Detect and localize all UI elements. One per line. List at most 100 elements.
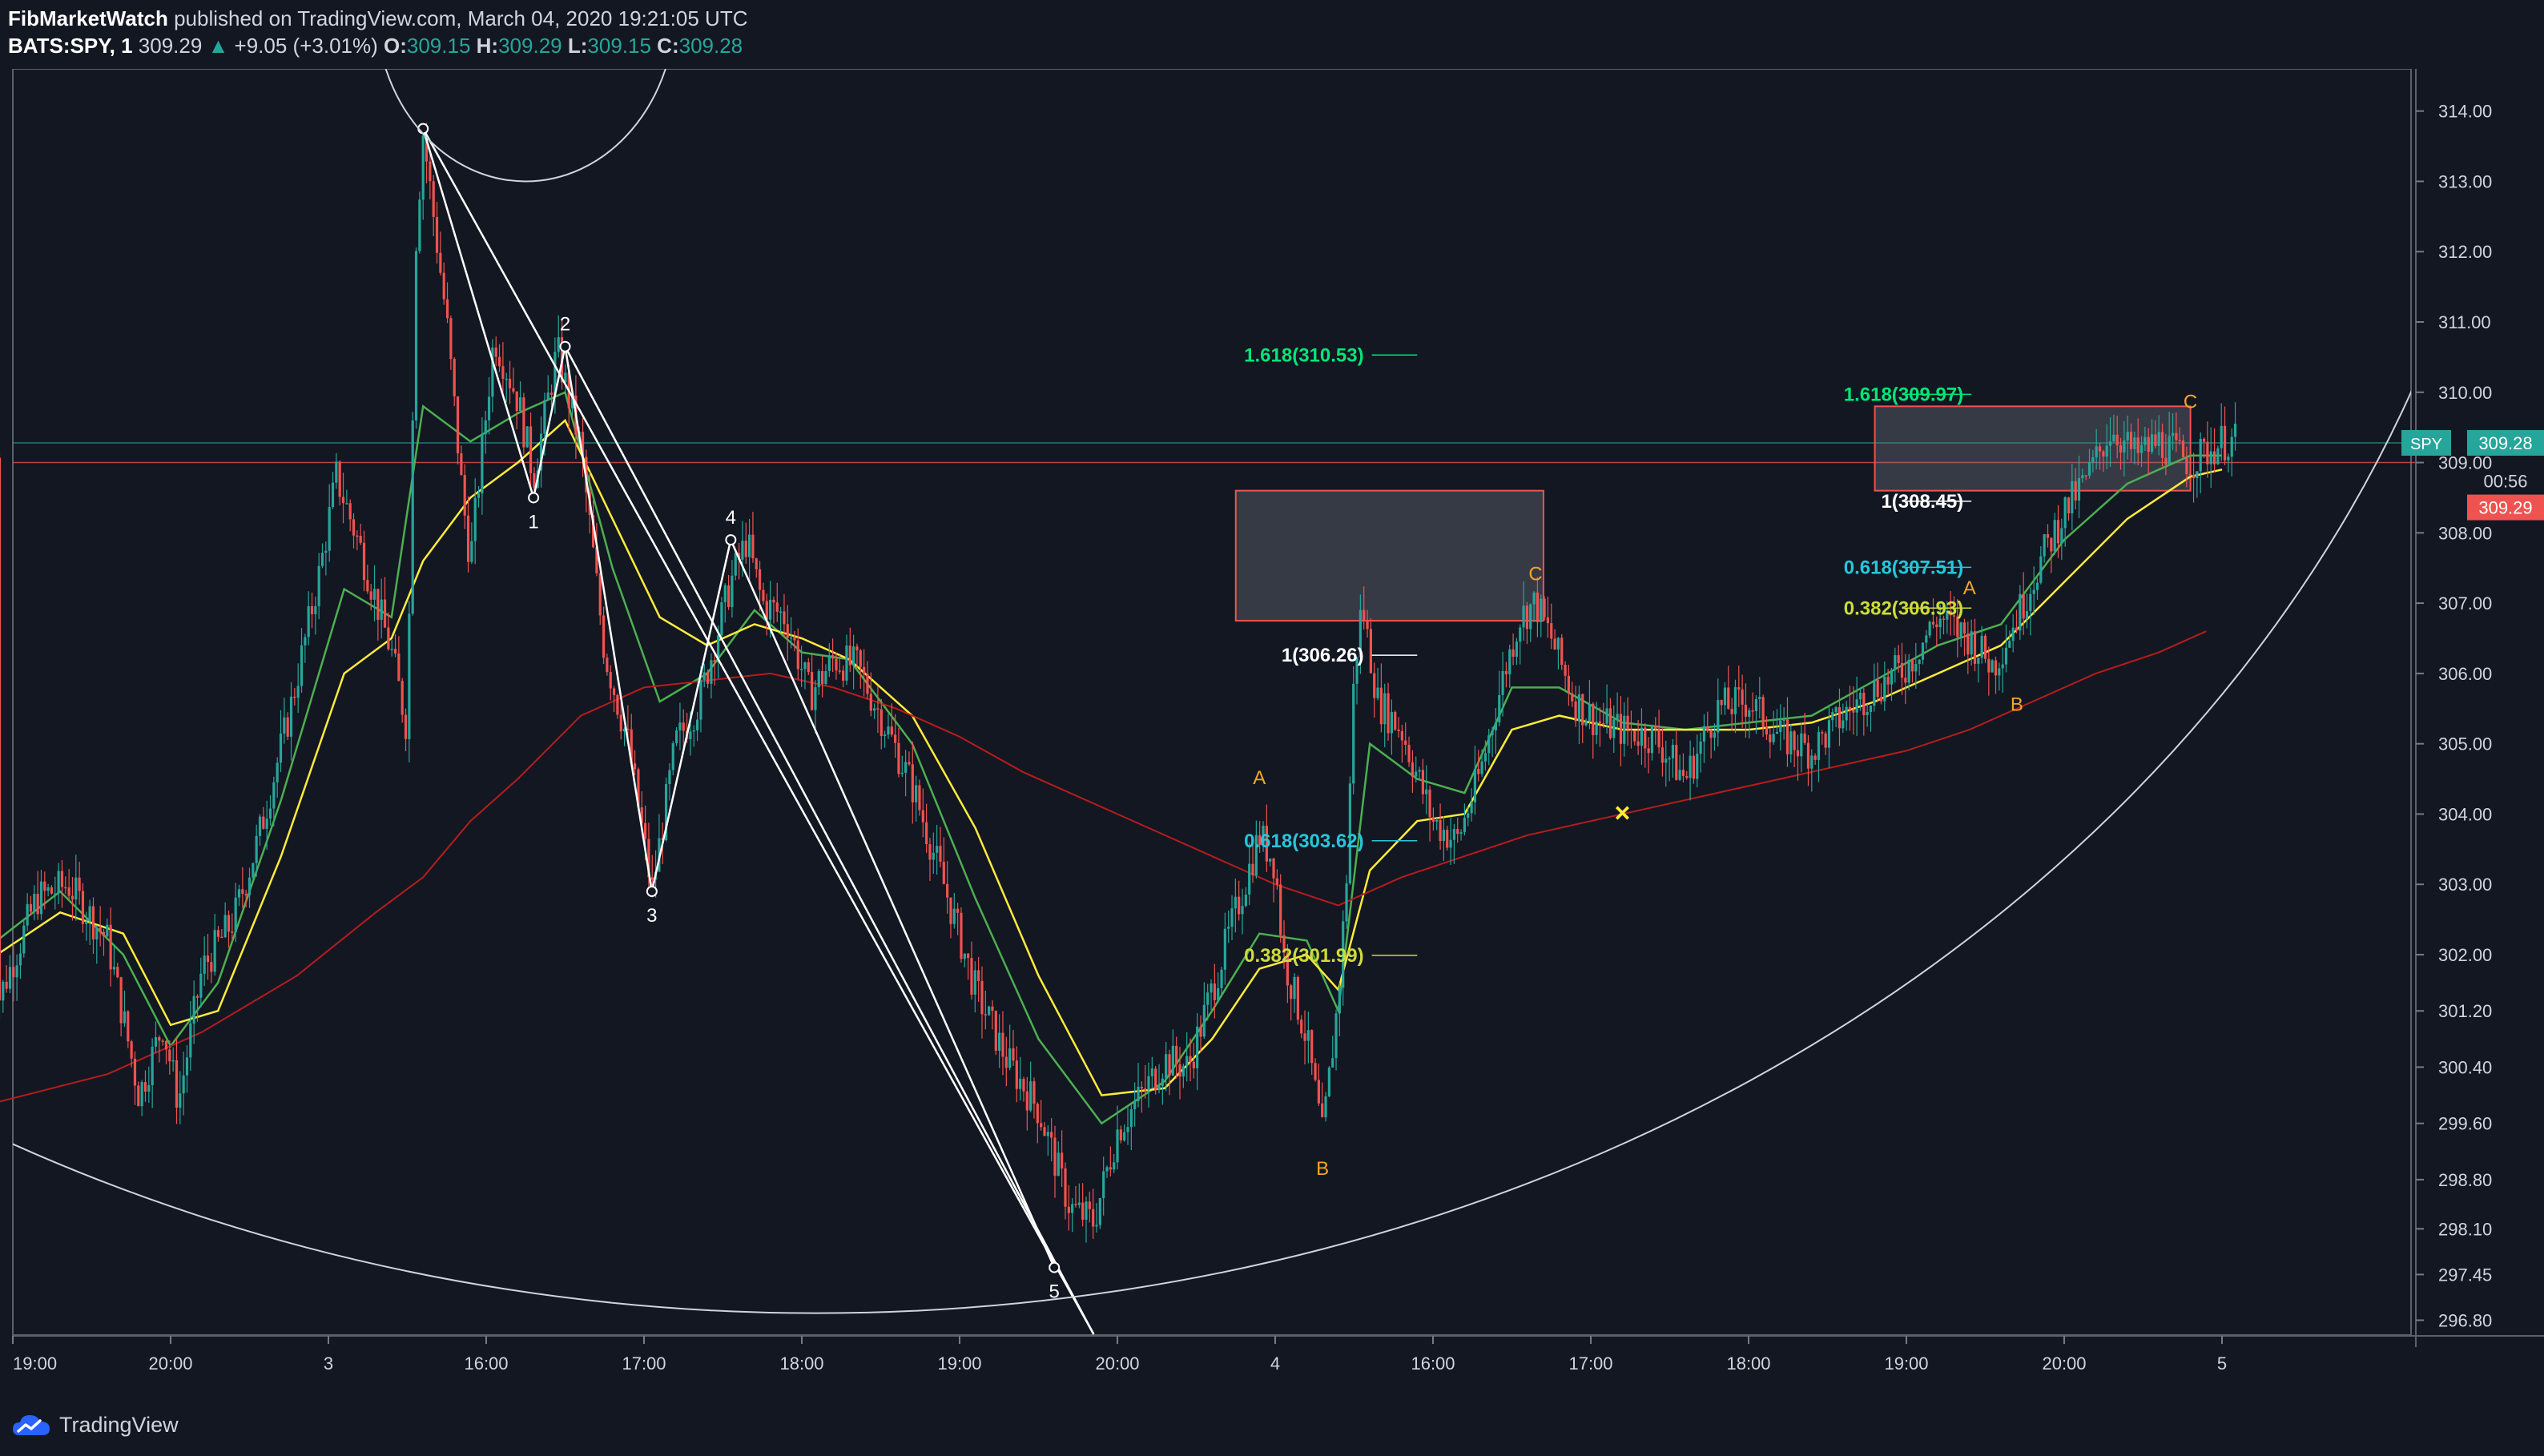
candle[interactable]: [1831, 708, 1834, 732]
candle[interactable]: [915, 775, 918, 822]
candle[interactable]: [1633, 730, 1636, 746]
candle[interactable]: [1449, 817, 1452, 865]
candle[interactable]: [1720, 699, 1723, 715]
candle[interactable]: [2053, 513, 2056, 555]
candle[interactable]: [1321, 1082, 1324, 1118]
candle[interactable]: [1431, 807, 1435, 831]
candle[interactable]: [863, 649, 866, 697]
candle[interactable]: [1900, 642, 1904, 695]
candle[interactable]: [602, 606, 606, 665]
candle[interactable]: [1879, 683, 1883, 705]
candle[interactable]: [973, 961, 976, 1013]
candle[interactable]: [1133, 1082, 1137, 1127]
candle[interactable]: [304, 633, 307, 663]
candle[interactable]: [1876, 662, 1879, 702]
candle[interactable]: [1129, 1104, 1133, 1151]
candle[interactable]: [1723, 682, 1727, 715]
candle[interactable]: [383, 577, 387, 629]
candle[interactable]: [1050, 1118, 1053, 1162]
candle[interactable]: [453, 356, 456, 407]
candle[interactable]: [1699, 732, 1702, 773]
candle[interactable]: [1213, 963, 1216, 1019]
candle[interactable]: [1400, 725, 1403, 763]
candle[interactable]: [1959, 621, 1962, 647]
candle[interactable]: [1064, 1162, 1067, 1220]
candle[interactable]: [442, 262, 445, 305]
candle[interactable]: [0, 450, 2, 1020]
candle[interactable]: [50, 885, 54, 895]
candle[interactable]: [1553, 629, 1556, 650]
candle[interactable]: [1238, 880, 1241, 921]
candle[interactable]: [2039, 546, 2043, 585]
candle[interactable]: [338, 460, 341, 506]
candle[interactable]: [1001, 1011, 1004, 1076]
candle[interactable]: [1244, 887, 1247, 908]
candle[interactable]: [64, 876, 67, 895]
candle[interactable]: [189, 1000, 192, 1072]
candle[interactable]: [2, 979, 5, 1013]
candle[interactable]: [1230, 895, 1234, 940]
candle[interactable]: [1855, 676, 1858, 737]
candle[interactable]: [404, 708, 408, 752]
candle[interactable]: [206, 934, 210, 980]
wave-pivot[interactable]: [1049, 1261, 1061, 1273]
candle[interactable]: [1751, 692, 1754, 722]
candle[interactable]: [1525, 601, 1529, 645]
candle[interactable]: [980, 966, 984, 1039]
candle[interactable]: [1404, 722, 1407, 755]
candle[interactable]: [501, 342, 505, 395]
candle[interactable]: [1324, 1092, 1327, 1122]
author-name[interactable]: FibMarketWatch: [8, 6, 168, 30]
candle[interactable]: [713, 654, 716, 686]
candle[interactable]: [133, 1051, 137, 1105]
candle[interactable]: [1862, 688, 1866, 736]
candle[interactable]: [408, 601, 411, 762]
candle[interactable]: [911, 741, 914, 824]
candle[interactable]: [1626, 697, 1629, 746]
candle[interactable]: [884, 730, 887, 748]
candle[interactable]: [289, 682, 293, 761]
candle[interactable]: [470, 522, 473, 565]
candle[interactable]: [786, 605, 789, 661]
candle[interactable]: [1894, 647, 1897, 683]
candle[interactable]: [845, 634, 848, 686]
candle[interactable]: [147, 1066, 151, 1103]
candle[interactable]: [1387, 682, 1390, 742]
candle[interactable]: [890, 703, 893, 738]
candle[interactable]: [921, 788, 924, 838]
candle[interactable]: [1834, 706, 1838, 728]
candle[interactable]: [252, 862, 255, 879]
candle[interactable]: [380, 578, 383, 639]
candle[interactable]: [481, 417, 484, 515]
candle[interactable]: [1921, 642, 1925, 665]
candle[interactable]: [1824, 731, 1827, 755]
candle[interactable]: [1602, 702, 1605, 728]
candle[interactable]: [522, 392, 525, 455]
candle[interactable]: [1446, 826, 1449, 851]
candle[interactable]: [67, 869, 70, 899]
candle[interactable]: [460, 445, 463, 476]
candle[interactable]: [508, 360, 512, 404]
candle[interactable]: [1102, 1156, 1105, 1216]
candle[interactable]: [1088, 1191, 1091, 1223]
candle[interactable]: [710, 653, 713, 699]
candle[interactable]: [824, 664, 827, 686]
candle[interactable]: [925, 803, 928, 853]
candle[interactable]: [1873, 663, 1876, 712]
candle[interactable]: [1234, 879, 1237, 933]
candle[interactable]: [727, 574, 731, 610]
candle[interactable]: [192, 980, 195, 1044]
candle[interactable]: [1300, 1015, 1303, 1039]
candle[interactable]: [807, 658, 810, 675]
candle[interactable]: [1654, 717, 1657, 745]
candle[interactable]: [1685, 770, 1689, 780]
candle[interactable]: [866, 661, 869, 700]
candle[interactable]: [1181, 1064, 1185, 1088]
candle[interactable]: [1696, 734, 1699, 788]
candle[interactable]: [1592, 702, 1595, 759]
candle[interactable]: [1220, 967, 1223, 995]
candle[interactable]: [1165, 1041, 1168, 1092]
candle[interactable]: [1379, 663, 1383, 733]
candle[interactable]: [855, 643, 859, 668]
candle[interactable]: [1012, 1030, 1015, 1066]
